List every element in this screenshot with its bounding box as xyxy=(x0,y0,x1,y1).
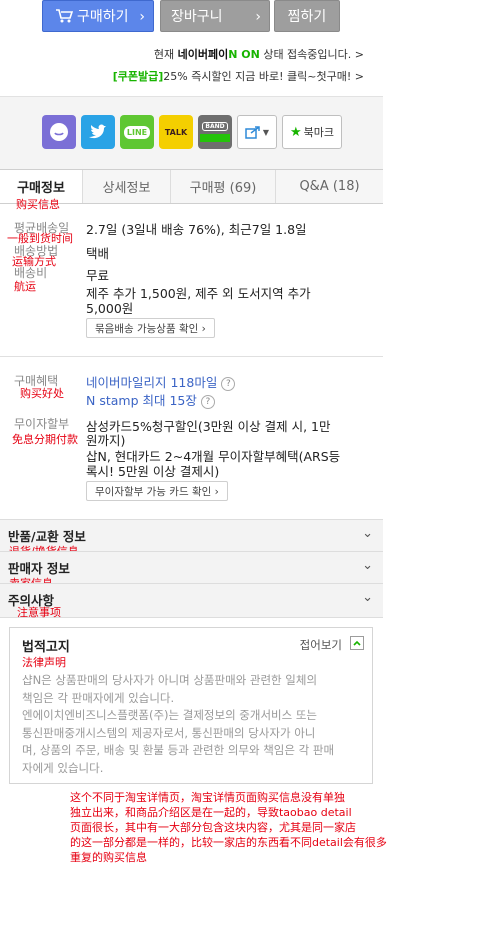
tab-label: 구매정보 xyxy=(17,181,65,196)
annotation-installment: 免息分期付款 xyxy=(12,433,78,446)
note-line: 的这一部分都是一样的，比较一家店的东西看不同detail会有很多 xyxy=(70,836,387,849)
legal-notice-box: 법적고지 法律声明 접어보기 샵N은 상품판매의 당사자가 아니며 상품판매와 … xyxy=(9,627,373,784)
bundle-shipping-button[interactable]: 묶음배송 가능상품 확인 › xyxy=(86,318,215,338)
line-label: LINE xyxy=(123,125,151,139)
installment-line-4: 록시! 5만원 이상 결제시) xyxy=(86,464,220,479)
messenger-share-icon[interactable] xyxy=(42,115,76,149)
bundle-label: 묶음배송 가능상품 확인 › xyxy=(95,322,206,335)
legal-text: 샵N은 상품판매의 당사자가 아니며 상품판매와 관련한 일체의 책임은 각 판… xyxy=(22,672,362,777)
annotation-benefit: 购买好处 xyxy=(20,387,64,400)
buy-button[interactable]: 구매하기 › xyxy=(42,0,154,32)
bookmark-button[interactable]: ★ 북마크 xyxy=(282,115,342,149)
line-share-icon[interactable]: LINE xyxy=(120,115,154,149)
share-arrow-icon xyxy=(245,126,260,139)
legal-line: 통신판매중개시스템의 제공자로서, 통신판매의 당사자가 아니 xyxy=(22,725,316,740)
collapse-toggle-button[interactable] xyxy=(350,636,364,650)
band-share-icon[interactable]: BAND xyxy=(198,115,232,149)
installment-label: 무이자할부 xyxy=(14,417,70,431)
chevron-up-icon xyxy=(353,640,361,646)
note-line: 这个不同于淘宝详情页，淘宝详情页面购买信息没有单独 xyxy=(70,791,345,804)
band-label: BAND xyxy=(202,122,228,131)
tab-detail-info[interactable]: 상세정보 xyxy=(82,170,170,203)
npay-status-link[interactable]: 현재 네이버페이N ON 상태 접속중입니다. > xyxy=(154,46,364,62)
tab-label: 상세정보 xyxy=(102,181,151,196)
chevron-down-icon: ⌄ xyxy=(362,526,373,541)
annotation-legal: 法律声明 xyxy=(22,656,66,669)
mileage-row: 네이버마일리지 118마일 ? xyxy=(86,372,236,391)
note-line: 重复的购买信息 xyxy=(70,851,147,864)
legal-line: 며, 상품의 주문, 배송 및 환불 등과 관련한 의무와 책임은 각 판매 xyxy=(22,743,335,757)
cart-label: 장바구니 xyxy=(171,9,223,25)
legal-title: 법적고지 xyxy=(22,640,70,655)
share-dropdown-button[interactable]: ▼ xyxy=(237,115,277,149)
wishlist-button[interactable]: 찜하기 xyxy=(274,0,340,32)
tab-qna[interactable]: Q&A (18) xyxy=(275,170,383,203)
talk-label: TALK xyxy=(164,127,188,137)
twitter-share-icon[interactable] xyxy=(81,115,115,149)
npay-on-badge: N ON xyxy=(228,48,260,61)
bookmark-label: 북마크 xyxy=(303,126,335,139)
shipping-fee-value: 무료 xyxy=(86,268,110,283)
npay-prefix: 현재 xyxy=(153,48,178,61)
legal-line: 자에게 있습니다. xyxy=(22,760,104,775)
chevron-down-icon: ⌄ xyxy=(362,558,373,573)
annotation-purchase-info: 购买信息 xyxy=(16,198,60,211)
stamp-value: N stamp 최대 15장 xyxy=(86,393,197,408)
chevron-right-icon: › xyxy=(139,9,145,25)
wishlist-label: 찜하기 xyxy=(287,9,327,25)
caret-down-icon: ▼ xyxy=(262,127,270,137)
coupon-link[interactable]: [쿠폰발급]25% 즉시할인 지금 바로! 클릭~첫구매! > xyxy=(113,68,364,84)
stamp-row: N stamp 최대 15장 ? xyxy=(86,390,215,409)
collapse-label[interactable]: 접어보기 xyxy=(300,637,342,653)
tab-reviews[interactable]: 구매평 (69) xyxy=(170,170,275,203)
annotation-fee: 航运 xyxy=(14,280,36,293)
npay-suffix: 상태 접속중입니다. > xyxy=(259,48,364,61)
chevron-right-icon: › xyxy=(255,9,261,25)
note-line: 页面很长，其中有一大部分包含这块内容，尤其是同一家店 xyxy=(70,821,356,834)
installment-card-button[interactable]: 무이자할부 가능 카드 확인 › xyxy=(86,481,228,501)
coupon-tag: [쿠폰발급] xyxy=(112,70,164,83)
shipping-method-value: 택배 xyxy=(86,246,110,261)
help-icon[interactable]: ? xyxy=(221,376,236,391)
legal-line: 샵N은 상품판매의 당사자가 아니며 상품판매와 관련한 일체의 xyxy=(22,673,318,687)
kakaotalk-share-icon[interactable]: TALK xyxy=(159,115,193,149)
annotation-note: 这个不同于淘宝详情页，淘宝详情页面购买信息没有单独 独立出来，和商品介绍区是在一… xyxy=(70,790,420,865)
cart-button[interactable]: 장바구니 › xyxy=(160,0,270,32)
tab-label: Q&A (18) xyxy=(299,179,360,194)
annotation-caution: 注意事项 xyxy=(17,606,61,619)
shipping-fee-extra-2: 5,000원 xyxy=(86,301,134,316)
delivery-value: 2.7일 (3일내 배송 76%), 최근7일 1.8일 xyxy=(86,222,307,237)
star-icon: ★ xyxy=(289,124,302,140)
legal-line: 책임은 각 판매자에게 있습니다. xyxy=(22,690,175,705)
legal-line: 엔에이치엔비즈니스플랫폼(주)는 결제정보의 중개서비스 또는 xyxy=(22,708,318,722)
npay-brand: 네이버페이 xyxy=(177,48,229,61)
note-line: 独立出来，和商品介绍区是在一起的，导致taobao detail xyxy=(70,806,352,819)
mileage-value: 네이버마일리지 118마일 xyxy=(86,375,218,390)
chevron-down-icon: ⌄ xyxy=(362,590,373,605)
coupon-text: 25% 즉시할인 지금 바로! 클릭~첫구매! > xyxy=(163,70,364,83)
accordion-seller-info[interactable]: 판매자 정보 ⌄ xyxy=(0,551,383,583)
cart-icon xyxy=(56,9,73,23)
installment-card-label: 무이자할부 가능 카드 확인 › xyxy=(95,485,219,498)
tab-label: 구매평 (69) xyxy=(189,181,257,196)
buy-label: 구매하기 xyxy=(77,9,129,25)
section-divider xyxy=(0,356,383,357)
help-icon[interactable]: ? xyxy=(200,394,215,409)
